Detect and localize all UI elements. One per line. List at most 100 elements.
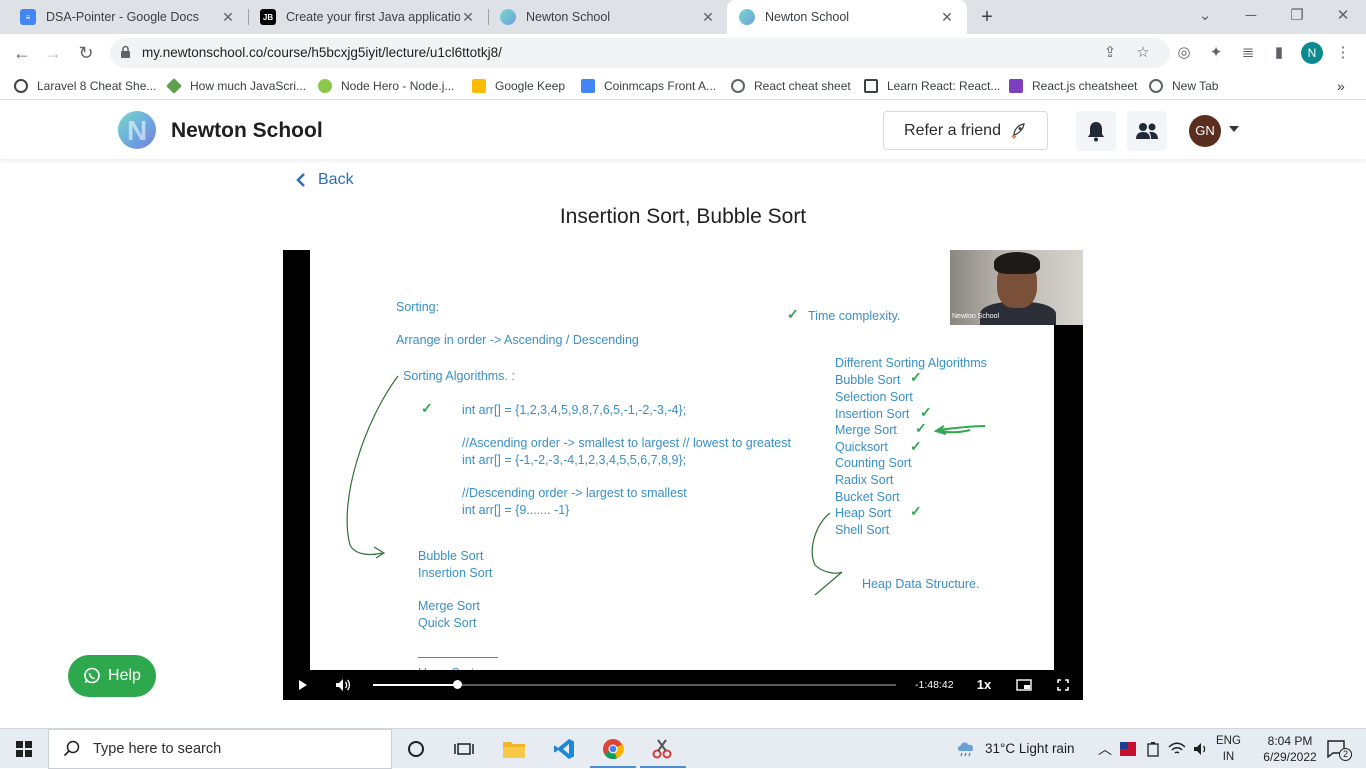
browser-tab-newton-school[interactable]: Newton School ✕ (488, 0, 728, 34)
time-remaining: -1:48:42 (915, 679, 954, 691)
community-button[interactable] (1127, 111, 1167, 151)
region-code: IN (1222, 751, 1235, 763)
bookmark-learn-react[interactable]: Learn React: React... (864, 77, 1000, 95)
fullscreen-icon[interactable] (1055, 670, 1071, 700)
minimize-button[interactable]: ─ (1228, 0, 1274, 34)
refer-a-friend-button[interactable]: Refer a friend (883, 111, 1048, 150)
media-control-icon[interactable]: ≣ (1237, 42, 1259, 64)
windows-start-icon[interactable] (16, 741, 32, 757)
taskbar-search-box[interactable]: Type here to search (48, 729, 392, 769)
bookmark-google-keep[interactable]: Google Keep (472, 77, 565, 95)
playback-speed-button[interactable]: 1x (973, 670, 995, 700)
tab-search-icon[interactable]: ⌄ (1182, 0, 1228, 34)
app-tray-icon[interactable] (1117, 735, 1139, 763)
new-tab-button[interactable]: + (975, 5, 999, 29)
search-icon (63, 740, 80, 757)
bookmark-laravel[interactable]: Laravel 8 Cheat She... (14, 77, 156, 95)
browser-tab-google-docs[interactable]: ≡ DSA-Pointer - Google Docs ✕ (8, 0, 248, 34)
notifications-button[interactable] (1076, 111, 1116, 151)
reload-icon[interactable]: ↻ (73, 40, 99, 66)
bookmark-label: New Tab (1172, 79, 1219, 93)
back-link[interactable]: Back (296, 171, 354, 189)
chevron-up-icon[interactable]: ︿ (1098, 729, 1112, 769)
clock-time: 8:04 PM (1267, 734, 1313, 748)
bookmark-label: Coinmcaps Front A... (604, 79, 717, 93)
bookmark-label: Google Keep (495, 79, 566, 93)
back-arrow-icon[interactable]: ← (9, 40, 35, 66)
close-tab-icon[interactable]: ✕ (939, 9, 955, 26)
close-window-button[interactable]: ✕ (1320, 0, 1366, 34)
browser-tab-strip: ≡ DSA-Pointer - Google Docs ✕ JB Create … (0, 0, 1366, 34)
tab-title: Create your first Java application (286, 10, 460, 24)
help-button[interactable]: Help (68, 655, 156, 697)
bookmark-reactjs-cheatsheet[interactable]: React.js cheatsheet (1009, 77, 1137, 95)
play-icon[interactable] (293, 670, 313, 700)
browser-toolbar: ← → ↻ my.newtonschool.co/course/h5bcxjg5… (0, 34, 1366, 72)
video-controls: -1:48:42 1x (283, 670, 1083, 700)
user-avatar[interactable]: GN (1189, 115, 1221, 147)
progress-handle[interactable] (452, 680, 462, 689)
language-code: ENG (1216, 735, 1241, 747)
snipping-tool-icon[interactable] (648, 735, 676, 763)
close-tab-icon[interactable]: ✕ (700, 9, 716, 26)
nodejs-icon (166, 78, 182, 94)
system-clock[interactable]: 8:04 PM 6/29/2022 (1258, 733, 1322, 765)
page-icon (864, 79, 878, 93)
close-tab-icon[interactable]: ✕ (220, 9, 236, 26)
whiteboard-frame: Sorting: Arrange in order -> Ascending /… (310, 250, 1054, 680)
jetbrains-icon: JB (260, 9, 276, 25)
bookmark-label: Learn React: React... (887, 79, 1001, 93)
video-player[interactable]: Sorting: Arrange in order -> Ascending /… (283, 250, 1083, 700)
site-header: N Newton School Refer a friend GN (0, 101, 1366, 159)
bookmark-new-tab[interactable]: New Tab (1149, 77, 1218, 95)
close-tab-icon[interactable]: ✕ (460, 9, 476, 26)
task-view-icon[interactable] (450, 735, 478, 763)
file-explorer-icon[interactable] (500, 735, 528, 763)
weather-widget[interactable]: 31°C Light rain (955, 729, 1074, 769)
share-icon[interactable]: ⇪ (1100, 43, 1120, 63)
bookmark-coinmcaps[interactable]: Coinmcaps Front A... (581, 77, 716, 95)
newton-school-logo[interactable]: N (118, 111, 156, 149)
extension-circle-icon[interactable]: ◎ (1173, 42, 1195, 64)
bookmark-javascript[interactable]: How much JavaScri... (166, 77, 306, 95)
side-panel-icon[interactable]: ▮ (1268, 42, 1290, 64)
input-language[interactable]: ENG IN (1216, 733, 1241, 765)
browser-tab-newton-school-active[interactable]: Newton School ✕ (727, 0, 967, 34)
volume-icon[interactable] (333, 670, 353, 700)
progress-fill (373, 684, 457, 686)
google-docs-icon (581, 79, 595, 93)
newton-school-icon (739, 9, 755, 25)
speaker-icon[interactable] (1190, 735, 1212, 763)
forward-arrow-icon[interactable]: → (40, 40, 66, 66)
vscode-icon[interactable] (550, 735, 578, 763)
bookmark-react-cheat-sheet[interactable]: React cheat sheet (731, 77, 851, 95)
more-bookmarks-icon[interactable]: » (1337, 77, 1345, 95)
back-label: Back (318, 171, 354, 188)
picture-in-picture-icon[interactable] (1014, 670, 1034, 700)
chrome-menu-icon[interactable]: ⋮ (1332, 42, 1354, 64)
cortana-icon[interactable] (402, 735, 430, 763)
tab-title: Newton School (526, 10, 611, 24)
brand-name[interactable]: Newton School (171, 119, 323, 143)
tab-title: Newton School (765, 10, 850, 24)
lock-icon (121, 45, 130, 58)
whatsapp-icon (84, 667, 100, 684)
battery-icon[interactable] (1142, 735, 1164, 763)
address-bar[interactable]: my.newtonschool.co/course/h5bcxjg5iyit/l… (110, 38, 1170, 68)
refer-label: Refer a friend (904, 121, 1001, 139)
restore-button[interactable]: ❐ (1274, 0, 1320, 34)
lecture-title: Insertion Sort, Bubble Sort (559, 205, 807, 228)
extensions-puzzle-icon[interactable]: ✦ (1205, 42, 1227, 64)
clock-date: 6/29/2022 (1263, 750, 1317, 764)
profile-avatar[interactable]: N (1301, 42, 1323, 64)
video-progress-bar[interactable] (373, 680, 896, 689)
search-placeholder: Type here to search (93, 741, 222, 757)
notification-center-icon[interactable]: 2 (1322, 735, 1352, 763)
browser-tab-java-application[interactable]: JB Create your first Java application ✕ (248, 0, 488, 34)
chevron-down-icon[interactable] (1229, 126, 1239, 132)
bookmark-star-icon[interactable]: ☆ (1133, 43, 1153, 63)
chrome-icon[interactable] (599, 735, 627, 763)
node-hero-icon (318, 79, 332, 93)
bookmark-node-hero[interactable]: Node Hero - Node.j... (318, 77, 454, 95)
wifi-icon[interactable] (1166, 735, 1188, 763)
